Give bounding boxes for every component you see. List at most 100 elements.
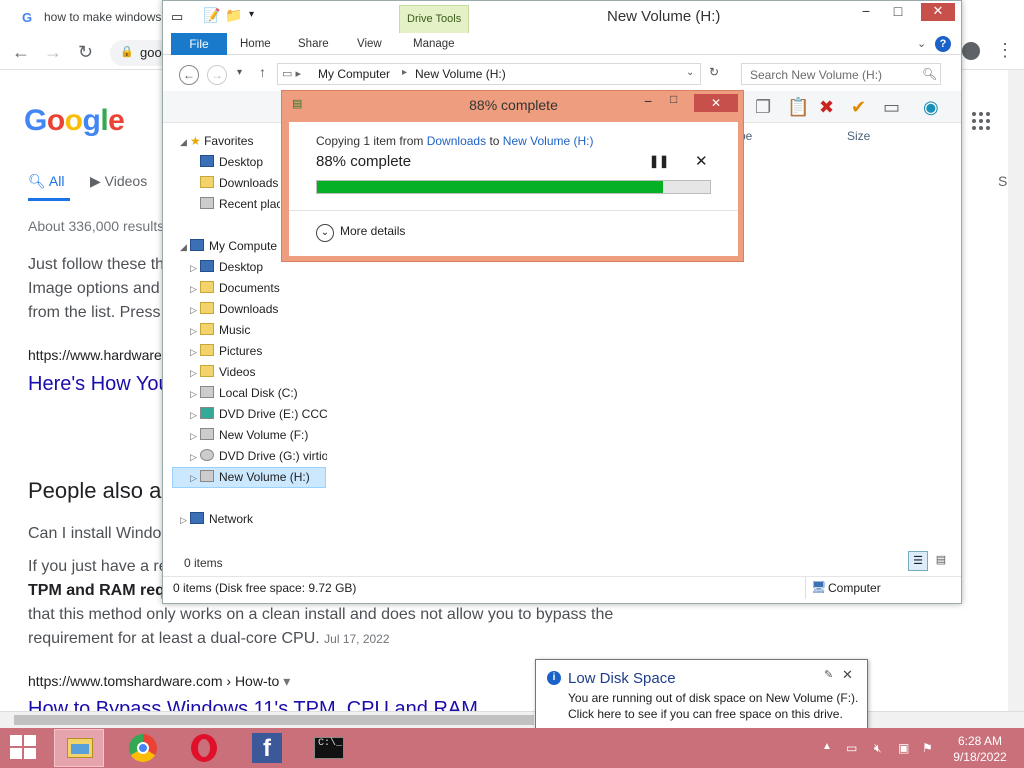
- back-arrow-icon[interactable]: ←: [179, 65, 199, 85]
- divider: [289, 210, 738, 211]
- action-center-flag-icon[interactable]: ⚑: [922, 741, 933, 755]
- result-link[interactable]: How to Bypass Windows 11's TPM, CPU and …: [28, 698, 478, 711]
- nav-fav-desktop[interactable]: Desktop: [200, 155, 280, 169]
- forward-arrow-icon[interactable]: →: [207, 65, 227, 85]
- speaker-muted-icon[interactable]: 🔇︎: [874, 741, 882, 756]
- copy-icon[interactable]: ❐: [755, 97, 771, 118]
- network-tray-icon[interactable]: ▣: [898, 741, 909, 755]
- snippet-line: If you just have a re: [28, 558, 168, 575]
- result-cite[interactable]: https://www.hardware: [28, 347, 162, 363]
- tab-all[interactable]: 🔍︎ All: [28, 173, 64, 190]
- more-details-button[interactable]: ⌄ More details: [316, 224, 405, 242]
- show-hidden-icons-icon[interactable]: ▲: [822, 741, 832, 752]
- notification-title: Low Disk Space: [568, 670, 676, 687]
- people-also-ask-heading: People also a: [28, 478, 162, 503]
- nav-favorites[interactable]: ◢ ★ Favorites: [180, 134, 253, 148]
- nav-local-disk-c[interactable]: ▷ Local Disk (C:): [190, 386, 298, 400]
- reload-icon[interactable]: ↻: [78, 42, 93, 63]
- file-explorer-taskbar-icon[interactable]: [54, 729, 104, 767]
- maximize-button[interactable]: □: [670, 92, 677, 106]
- vertical-scrollbar[interactable]: [1008, 70, 1024, 711]
- close-button[interactable]: ✕: [694, 94, 738, 112]
- properties-icon[interactable]: ▭: [883, 97, 900, 118]
- nav-dvd-g[interactable]: ▷ DVD Drive (G:) virtio: [190, 449, 327, 463]
- tab-view[interactable]: View: [357, 38, 382, 50]
- tab-settings[interactable]: S: [998, 173, 1007, 189]
- address-dropdown-icon[interactable]: ⌄: [686, 67, 694, 78]
- windows-start-icon[interactable]: [10, 735, 38, 761]
- large-icons-view-icon[interactable]: ▤: [932, 551, 950, 571]
- breadcrumb-new-volume[interactable]: New Volume (H:): [415, 67, 506, 81]
- paa-question[interactable]: Can I install Windo: [28, 525, 161, 543]
- nav-desktop[interactable]: ▷ Desktop: [190, 260, 263, 274]
- network-icon: [190, 512, 204, 524]
- tab-videos[interactable]: ▶ Videos: [90, 173, 147, 190]
- cancel-icon[interactable]: ✕: [695, 152, 708, 170]
- info-icon: i: [547, 671, 561, 685]
- address-bar[interactable]: ▭ ▸ My Computer ▸ New Volume (H:) ⌄: [277, 63, 701, 85]
- column-size[interactable]: Size: [847, 129, 870, 143]
- opera-taskbar-icon[interactable]: [180, 729, 230, 767]
- nav-documents[interactable]: ▷ Documents: [190, 281, 280, 295]
- breadcrumb-my-computer[interactable]: My Computer: [318, 67, 390, 81]
- videos-folder-icon: [200, 365, 214, 377]
- recent-locations-icon[interactable]: ▾: [237, 67, 242, 78]
- properties-icon[interactable]: 📝: [203, 7, 220, 24]
- refresh-icon[interactable]: ↻: [709, 65, 719, 79]
- paste-icon[interactable]: 📋: [787, 97, 809, 118]
- minimize-button[interactable]: −: [644, 93, 652, 109]
- minimize-button[interactable]: −: [851, 3, 881, 23]
- low-disk-space-notification[interactable]: i Low Disk Space You are running out of …: [535, 659, 868, 729]
- search-input[interactable]: Search New Volume (H:) 🔍︎: [741, 63, 941, 85]
- pin-icon[interactable]: ✎: [824, 668, 833, 681]
- address-bar[interactable]: 🔒 goo: [110, 40, 170, 66]
- horizontal-scrollbar[interactable]: [0, 711, 1024, 728]
- chrome-taskbar-icon[interactable]: [118, 729, 168, 767]
- progress-bar: [316, 180, 711, 194]
- nav-network[interactable]: ▷ Network: [180, 512, 253, 526]
- apps-grid-icon[interactable]: [972, 112, 992, 132]
- details-view-icon[interactable]: ☰: [908, 551, 928, 571]
- pause-icon[interactable]: ❚❚: [649, 154, 669, 168]
- quick-access-dropdown-icon[interactable]: ▾: [249, 9, 254, 20]
- destination-link[interactable]: New Volume (H:): [503, 134, 594, 148]
- ribbon-expand-icon[interactable]: ⌄: [917, 37, 926, 50]
- up-arrow-icon[interactable]: ↑: [259, 64, 266, 80]
- new-folder-icon[interactable]: 📁: [225, 7, 242, 24]
- chrome-menu-icon[interactable]: ⋮: [996, 40, 1014, 61]
- nav-new-volume-h[interactable]: ▷ New Volume (H:): [190, 470, 310, 484]
- google-logo[interactable]: Google: [24, 104, 125, 138]
- source-link[interactable]: Downloads: [427, 134, 486, 148]
- back-icon[interactable]: ←: [12, 42, 30, 63]
- nav-my-computer[interactable]: ◢ My Compute: [180, 239, 280, 253]
- nav-new-volume-f[interactable]: ▷ New Volume (F:): [190, 428, 308, 442]
- drive-tray-icon[interactable]: ▭: [846, 741, 857, 755]
- tab-manage[interactable]: Manage: [413, 38, 455, 50]
- globe-icon[interactable]: ◉: [923, 97, 939, 118]
- delete-icon[interactable]: ✖: [819, 97, 834, 118]
- nav-pictures[interactable]: ▷ Pictures: [190, 344, 262, 358]
- nav-dvd-e[interactable]: ▷ DVD Drive (E:) CCCC: [190, 407, 327, 421]
- profile-avatar[interactable]: [962, 42, 980, 60]
- help-icon[interactable]: ?: [935, 36, 951, 52]
- close-icon[interactable]: ✕: [842, 667, 853, 683]
- nav-downloads[interactable]: ▷ Downloads: [190, 302, 278, 316]
- tab-home[interactable]: Home: [240, 38, 271, 50]
- facebook-taskbar-icon[interactable]: f: [242, 729, 292, 767]
- nav-fav-downloads[interactable]: Downloads: [200, 176, 280, 190]
- result-cite[interactable]: https://www.tomshardware.com › How-to ▾: [28, 673, 290, 690]
- tab-file[interactable]: File: [171, 33, 227, 55]
- nav-fav-recent[interactable]: Recent plac: [200, 197, 280, 211]
- maximize-button[interactable]: □: [883, 3, 913, 23]
- forward-icon[interactable]: →: [44, 42, 62, 63]
- browser-tab[interactable]: G how to make windows: [0, 0, 168, 34]
- result-link[interactable]: Here's How You: [28, 373, 170, 396]
- nav-music[interactable]: ▷ Music: [190, 323, 250, 337]
- nav-videos[interactable]: ▷ Videos: [190, 365, 255, 379]
- tab-share[interactable]: Share: [298, 38, 329, 50]
- close-button[interactable]: ✕: [921, 3, 955, 21]
- checkmark-icon[interactable]: ✔: [851, 97, 866, 118]
- search-icon: 🔍︎: [28, 173, 49, 189]
- taskbar-clock[interactable]: 6:28 AM 9/18/2022: [950, 733, 1010, 765]
- command-prompt-taskbar-icon[interactable]: C:\_: [304, 729, 354, 767]
